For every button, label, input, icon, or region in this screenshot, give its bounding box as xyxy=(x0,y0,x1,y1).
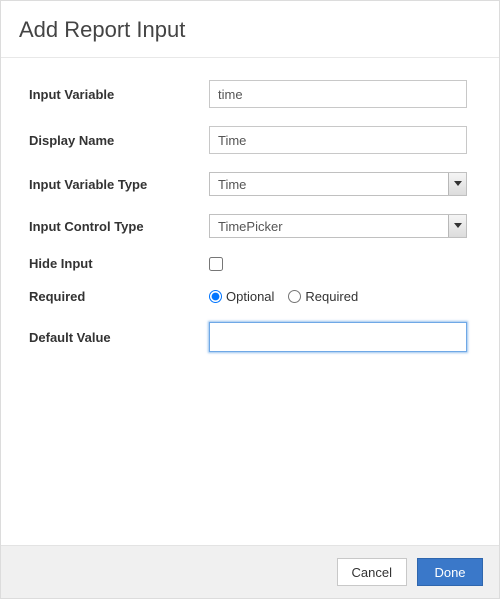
row-required: Required Optional Required xyxy=(29,289,481,304)
radio-optional[interactable] xyxy=(209,290,222,303)
done-button[interactable]: Done xyxy=(417,558,483,586)
row-default-value: Default Value xyxy=(29,322,481,352)
radio-required[interactable] xyxy=(288,290,301,303)
input-variable-type-value: Time xyxy=(210,173,448,195)
row-display-name: Display Name xyxy=(29,126,481,154)
cancel-button[interactable]: Cancel xyxy=(337,558,407,586)
default-value-field[interactable] xyxy=(209,322,467,352)
radio-required-label: Required xyxy=(305,289,358,304)
required-option-required[interactable]: Required xyxy=(288,289,358,304)
dialog-header: Add Report Input xyxy=(1,1,499,58)
display-name-field[interactable] xyxy=(209,126,467,154)
row-input-variable: Input Variable xyxy=(29,80,481,108)
label-hide-input: Hide Input xyxy=(29,256,209,271)
radio-optional-label: Optional xyxy=(226,289,274,304)
hide-input-checkbox[interactable] xyxy=(209,257,223,271)
label-display-name: Display Name xyxy=(29,133,209,148)
row-hide-input: Hide Input xyxy=(29,256,481,271)
label-input-variable-type: Input Variable Type xyxy=(29,177,209,192)
label-default-value: Default Value xyxy=(29,330,209,345)
input-control-type-value: TimePicker xyxy=(210,215,448,237)
dialog-title: Add Report Input xyxy=(19,17,481,43)
label-required: Required xyxy=(29,289,209,304)
label-input-variable: Input Variable xyxy=(29,87,209,102)
chevron-down-icon xyxy=(448,215,466,237)
required-option-optional[interactable]: Optional xyxy=(209,289,274,304)
input-control-type-select[interactable]: TimePicker xyxy=(209,214,467,238)
label-input-control-type: Input Control Type xyxy=(29,219,209,234)
row-input-control-type: Input Control Type TimePicker xyxy=(29,214,481,238)
add-report-input-dialog: Add Report Input Input Variable Display … xyxy=(0,0,500,599)
required-radio-group: Optional Required xyxy=(209,289,481,304)
input-variable-field[interactable] xyxy=(209,80,467,108)
input-variable-type-select[interactable]: Time xyxy=(209,172,467,196)
chevron-down-icon xyxy=(448,173,466,195)
dialog-body: Input Variable Display Name Input Variab… xyxy=(1,58,499,545)
dialog-footer: Cancel Done xyxy=(1,545,499,598)
row-input-variable-type: Input Variable Type Time xyxy=(29,172,481,196)
